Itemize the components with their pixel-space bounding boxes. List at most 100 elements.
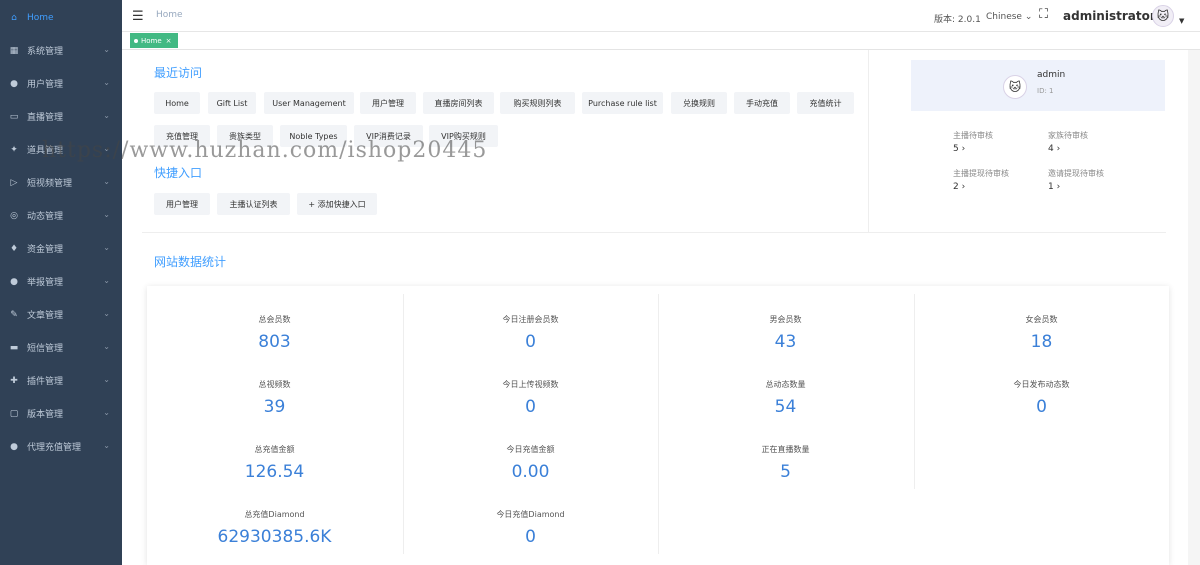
stat-value: 39 bbox=[263, 397, 286, 417]
stat-cell: 总视频数 39 bbox=[147, 359, 402, 424]
stat-cell: 总充值金额 126.54 bbox=[147, 424, 402, 489]
sidebar-item-users[interactable]: ● 用户管理 ⌄ bbox=[0, 67, 122, 100]
pending-value-link[interactable]: 2 › bbox=[953, 182, 965, 192]
sidebar-item-label: Home bbox=[27, 12, 54, 23]
shortcut-item[interactable]: 用户管理 bbox=[154, 193, 210, 215]
language-select[interactable]: Chinese ⌄ bbox=[986, 12, 1032, 22]
recent-item[interactable]: Purchase rule list bbox=[582, 92, 663, 114]
pending-value-link[interactable]: 4 › bbox=[1048, 144, 1060, 154]
message-icon: ▬ bbox=[9, 342, 19, 353]
pending-label: 邀请提现待审核 bbox=[1048, 169, 1104, 178]
stat-label: 男会员数 bbox=[769, 315, 802, 324]
sidebar-item-articles[interactable]: ✎ 文章管理 ⌄ bbox=[0, 298, 122, 331]
recent-item[interactable]: Home bbox=[154, 92, 200, 114]
pending-label: 主播提现待审核 bbox=[953, 169, 1009, 178]
sidebar-item-dynamics[interactable]: ◎ 动态管理 ⌄ bbox=[0, 199, 122, 232]
stat-value: 62930385.6K bbox=[217, 527, 332, 547]
caret-down-icon[interactable]: ▼ bbox=[1179, 17, 1184, 25]
sidebar-item-versions[interactable]: ▢ 版本管理 ⌄ bbox=[0, 397, 122, 430]
stat-value: 0 bbox=[525, 527, 536, 547]
sidebar-item-label: 插件管理 bbox=[27, 377, 64, 387]
avatar[interactable]: 🐱 bbox=[1152, 5, 1174, 27]
video-icon: ▭ bbox=[9, 111, 19, 122]
sidebar-item-home[interactable]: ⌂ Home bbox=[0, 1, 122, 34]
recent-item[interactable]: 兑换规则 bbox=[671, 92, 727, 114]
stat-value: 54 bbox=[774, 397, 797, 417]
pending-value-link[interactable]: 5 › bbox=[953, 144, 965, 154]
stat-label: 女会员数 bbox=[1025, 315, 1058, 324]
stat-label: 今日充值Diamond bbox=[496, 510, 565, 519]
sidebar-item-label: 短视频管理 bbox=[27, 179, 73, 189]
tag-label: Home bbox=[141, 36, 162, 45]
sidebar: ⌂ Home ▦ 系统管理 ⌄ ● 用户管理 ⌄ ▭ 直播管理 ⌄ ✦ 道具管理… bbox=[0, 0, 122, 565]
close-icon[interactable]: × bbox=[166, 37, 172, 45]
sidebar-item-label: 系统管理 bbox=[27, 47, 64, 57]
breadcrumb[interactable]: Home bbox=[156, 10, 183, 20]
stat-divider bbox=[658, 489, 659, 554]
shortcut-item[interactable]: 主播认证列表 bbox=[217, 193, 290, 215]
stat-divider bbox=[914, 294, 915, 359]
vertical-divider bbox=[868, 50, 869, 232]
stat-cell: 男会员数 43 bbox=[658, 294, 913, 359]
admin-name: admin bbox=[1037, 70, 1066, 80]
sidebar-item-label: 文章管理 bbox=[27, 311, 64, 321]
hamburger-icon[interactable]: ☰ bbox=[132, 9, 144, 24]
sidebar-item-funds[interactable]: ♦ 资金管理 ⌄ bbox=[0, 232, 122, 265]
stat-label: 总充值金额 bbox=[254, 445, 295, 454]
active-dot-icon bbox=[134, 38, 138, 43]
sidebar-item-sms[interactable]: ▬ 短信管理 ⌄ bbox=[0, 331, 122, 364]
stat-divider bbox=[658, 424, 659, 489]
chevron-down-icon: ⌄ bbox=[103, 78, 110, 87]
admin-id: ID: 1 bbox=[1037, 87, 1054, 95]
stats-card: 总会员数 803 今日注册会员数 0 男会员数 43 女会员数 18 总视频数 … bbox=[147, 286, 1169, 565]
recent-item[interactable]: Gift List bbox=[208, 92, 256, 114]
chevron-right-icon: › bbox=[961, 182, 966, 192]
recent-item[interactable]: 手动充值 bbox=[734, 92, 790, 114]
sidebar-item-live[interactable]: ▭ 直播管理 ⌄ bbox=[0, 100, 122, 133]
chevron-down-icon: ⌄ bbox=[103, 45, 110, 54]
stat-cell: 总会员数 803 bbox=[147, 294, 402, 359]
recent-item[interactable]: 充值统计 bbox=[797, 92, 854, 114]
stat-cell: 总充值Diamond 62930385.6K bbox=[147, 489, 402, 554]
stat-value: 126.54 bbox=[244, 462, 305, 482]
stat-value: 0.00 bbox=[511, 462, 550, 482]
recent-item[interactable]: 购买规则列表 bbox=[500, 92, 575, 114]
sidebar-item-short-video[interactable]: ▷ 短视频管理 ⌄ bbox=[0, 166, 122, 199]
chevron-right-icon: › bbox=[961, 144, 966, 154]
sidebar-item-agent-recharge[interactable]: ● 代理充值管理 ⌄ bbox=[0, 430, 122, 463]
stat-value: 5 bbox=[780, 462, 791, 482]
pending-value-link[interactable]: 1 › bbox=[1048, 182, 1060, 192]
sidebar-item-plugins[interactable]: ✚ 插件管理 ⌄ bbox=[0, 364, 122, 397]
recent-item[interactable]: 用户管理 bbox=[360, 92, 416, 114]
edit-icon: ✎ bbox=[10, 309, 18, 320]
chevron-right-icon: › bbox=[1056, 182, 1061, 192]
site-stats-title: 网站数据统计 bbox=[154, 255, 227, 269]
tag-home[interactable]: Home × bbox=[130, 33, 178, 48]
chevron-down-icon: ⌄ bbox=[103, 243, 110, 252]
sidebar-item-label: 版本管理 bbox=[27, 410, 64, 420]
stat-label: 总视频数 bbox=[258, 380, 291, 389]
chevron-down-icon: ⌄ bbox=[103, 408, 110, 417]
stat-label: 今日发布动态数 bbox=[1013, 380, 1070, 389]
watermark-text: https://www.huzhan.com/ishop20445 bbox=[42, 138, 488, 163]
recent-item[interactable]: User Management bbox=[264, 92, 354, 114]
scrollbar[interactable] bbox=[1188, 50, 1200, 565]
pending-label: 主播待审核 bbox=[953, 131, 993, 140]
recent-item[interactable]: 直播房间列表 bbox=[423, 92, 494, 114]
sidebar-item-label: 举报管理 bbox=[27, 278, 64, 288]
chevron-down-icon: ⌄ bbox=[103, 177, 110, 186]
stat-cell: 今日充值金额 0.00 bbox=[403, 424, 658, 489]
stat-cell: 今日注册会员数 0 bbox=[403, 294, 658, 359]
stat-value: 0 bbox=[525, 332, 536, 352]
username[interactable]: administrator bbox=[1063, 9, 1156, 23]
language-label: Chinese bbox=[986, 12, 1022, 22]
stat-label: 今日充值金额 bbox=[506, 445, 555, 454]
add-shortcut-button[interactable]: + 添加快捷入口 bbox=[297, 193, 377, 215]
sidebar-item-system[interactable]: ▦ 系统管理 ⌄ bbox=[0, 34, 122, 67]
fullscreen-icon[interactable]: ⛶ bbox=[1039, 7, 1048, 22]
stat-divider bbox=[658, 359, 659, 424]
sidebar-item-reports[interactable]: ● 举报管理 ⌄ bbox=[0, 265, 122, 298]
grid-icon: ▦ bbox=[9, 45, 19, 56]
pending-label: 家族待审核 bbox=[1048, 131, 1088, 140]
compass-icon: ◎ bbox=[10, 210, 18, 221]
